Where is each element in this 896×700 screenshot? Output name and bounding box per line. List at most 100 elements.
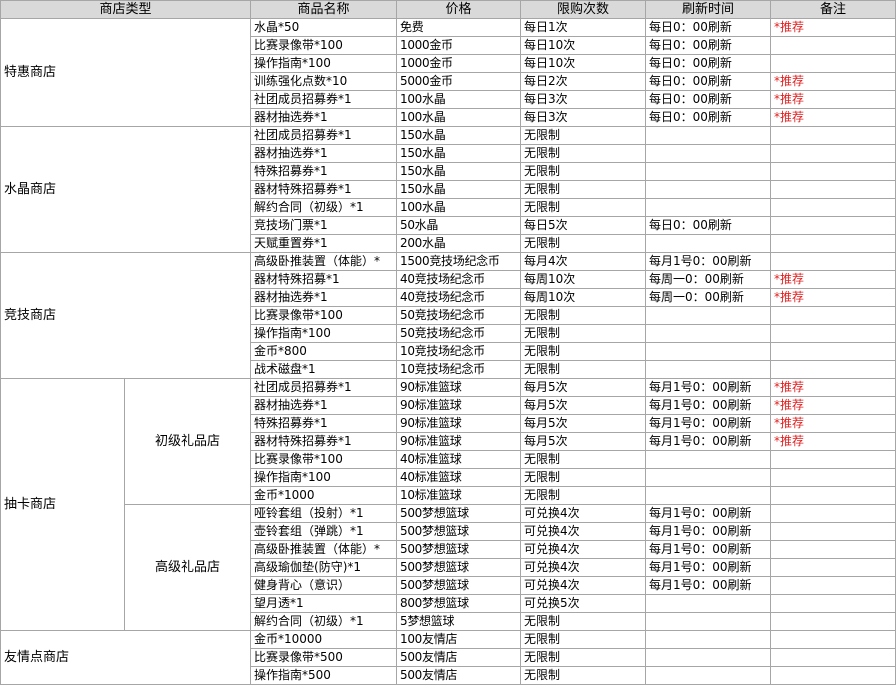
item-note: *推荐 [770,18,896,37]
item-limit: 无限制 [520,198,647,217]
table-row: 友情点商店 金币*10000 100友情店 无限制 [0,630,896,685]
header-shop-type: 商店类型 [0,0,252,19]
item-note: *推荐 [770,378,896,397]
item-limit: 每月5次 [520,378,647,397]
item-price: 90标准篮球 [396,378,522,397]
item-name: 比赛录像带*100 [250,36,398,55]
item-note [770,468,896,487]
item-refresh: 每日0：00刷新 [645,108,772,127]
item-price: 150水晶 [396,162,522,181]
item-price: 500友情店 [396,666,522,685]
item-limit: 无限制 [520,342,647,361]
item-price: 40标准篮球 [396,468,522,487]
item-refresh [645,144,772,163]
item-limit: 无限制 [520,144,647,163]
item-limit: 无限制 [520,612,647,631]
item-refresh [645,324,772,343]
item-name: 健身背心（意识） [250,576,398,595]
item-name: 操作指南*100 [250,324,398,343]
item-name: 社团成员招募券*1 [250,126,398,145]
item-price: 40竞技场纪念币 [396,270,522,289]
item-note [770,648,896,667]
table-row: 高级礼品店 哑铃套组（投射）*1 500梦想篮球 可兑换4次 每月1号0：00刷新 [1,504,896,631]
item-note [770,612,896,631]
item-price: 500梦想篮球 [396,504,522,523]
item-note [770,540,896,559]
item-limit: 无限制 [520,126,647,145]
item-price: 90标准篮球 [396,396,522,415]
item-refresh [645,612,772,631]
shop-type-cell: 水晶商店 [0,126,252,253]
item-refresh [645,180,772,199]
item-limit: 每日2次 [520,72,647,91]
item-refresh: 每月1号0：00刷新 [645,378,772,397]
item-name: 器材抽选券*1 [250,396,398,415]
item-refresh [645,486,772,505]
item-limit: 每日3次 [520,90,647,109]
item-price: 免费 [396,18,522,37]
header-item-name: 商品名称 [250,0,398,19]
shop-type-cell: 特惠商店 [0,18,252,127]
item-name: 器材特殊招募券*1 [250,432,398,451]
item-price: 100友情店 [396,630,522,649]
item-note [770,126,896,145]
item-note [770,180,896,199]
item-refresh: 每月1号0：00刷新 [645,522,772,541]
header-refresh: 刷新时间 [645,0,772,19]
item-note [770,162,896,181]
item-limit: 无限制 [520,630,647,649]
item-price: 100水晶 [396,90,522,109]
item-price: 50竞技场纪念币 [396,306,522,325]
item-refresh [645,666,772,685]
item-limit: 每日3次 [520,108,647,127]
item-name: 哑铃套组（投射）*1 [250,504,398,523]
item-price: 150水晶 [396,126,522,145]
item-name: 操作指南*100 [250,54,398,73]
item-price: 100水晶 [396,108,522,127]
item-price: 40竞技场纪念币 [396,288,522,307]
item-refresh: 每月1号0：00刷新 [645,396,772,415]
item-note: *推荐 [770,90,896,109]
item-refresh [645,234,772,253]
item-name: 社团成员招募券*1 [250,378,398,397]
item-name: 比赛录像带*100 [250,450,398,469]
item-note [770,234,896,253]
item-price: 10竞技场纪念币 [396,342,522,361]
item-price: 1000金币 [396,36,522,55]
item-refresh: 每周一0：00刷新 [645,270,772,289]
item-refresh [645,594,772,613]
item-price: 150水晶 [396,144,522,163]
item-refresh [645,450,772,469]
item-limit: 可兑换4次 [520,522,647,541]
shop-type-cell: 抽卡商店 [0,378,125,631]
item-limit: 每日1次 [520,18,647,37]
item-price: 90标准篮球 [396,432,522,451]
item-name: 器材抽选券*1 [250,108,398,127]
item-name: 特殊招募券*1 [250,162,398,181]
item-price: 200水晶 [396,234,522,253]
item-note: *推荐 [770,414,896,433]
item-name: 器材抽选券*1 [250,144,398,163]
item-name: 金币*1000 [250,486,398,505]
item-limit: 无限制 [520,180,647,199]
item-price: 10竞技场纪念币 [396,360,522,379]
item-limit: 每月5次 [520,432,647,451]
item-price: 40标准篮球 [396,450,522,469]
item-note [770,144,896,163]
item-note [770,522,896,541]
item-price: 500梦想篮球 [396,522,522,541]
item-name: 器材特殊招募*1 [250,270,398,289]
item-limit: 可兑换4次 [520,540,647,559]
item-name: 比赛录像带*500 [250,648,398,667]
item-name: 解约合同（初级）*1 [250,198,398,217]
item-price: 1500竞技场纪念币 [396,252,522,271]
item-limit: 无限制 [520,234,647,253]
table-row: 水晶商店 社团成员招募券*1 150水晶 无限制 [0,126,896,253]
item-name: 天赋重置券*1 [250,234,398,253]
sub-shop-cell: 高级礼品店 [123,504,252,631]
item-limit: 无限制 [520,324,647,343]
table-row: 特惠商店 水晶*50 免费 每日1次 每日0：00刷新 *推荐 [0,18,896,127]
item-limit: 每日10次 [520,36,647,55]
item-note [770,594,896,613]
item-limit: 无限制 [520,486,647,505]
